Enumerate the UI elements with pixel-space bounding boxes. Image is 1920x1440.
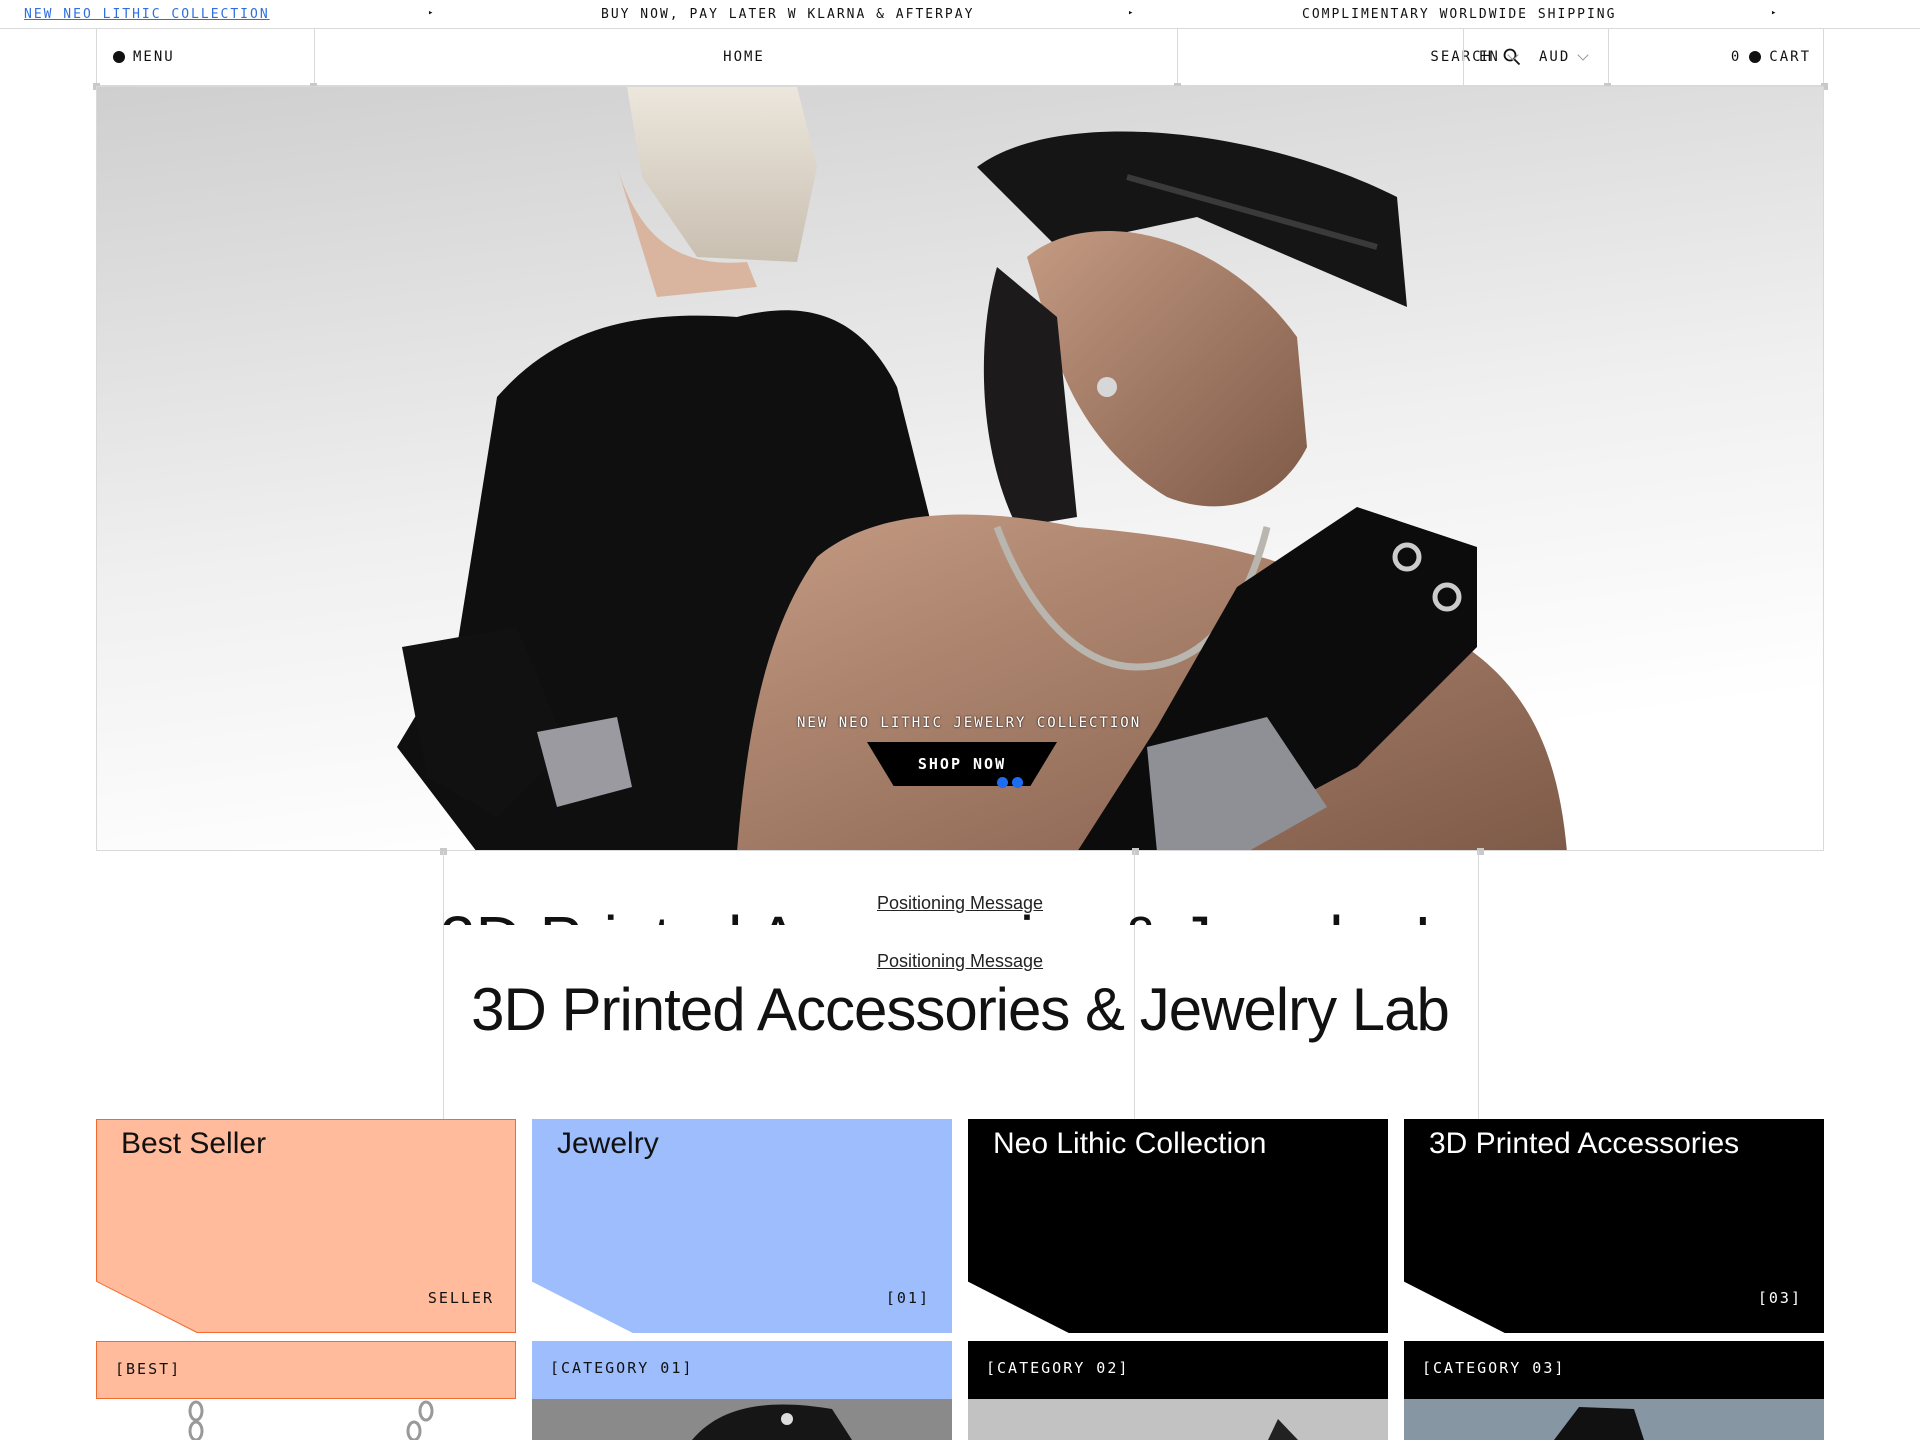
product-image xyxy=(1404,1399,1824,1440)
card-code: [03] xyxy=(1757,1289,1802,1307)
positioning-title-ghost: 3D Printed Accessories & Jewelry Lab xyxy=(440,911,1480,925)
header-divider xyxy=(1608,29,1609,85)
carousel-dot[interactable] xyxy=(997,777,1008,788)
currency-value: AUD xyxy=(1539,49,1571,65)
dot-icon xyxy=(1749,51,1762,63)
dot-icon xyxy=(113,51,125,63)
language-select[interactable]: EN xyxy=(1479,29,1519,85)
product-thumbnail[interactable] xyxy=(1404,1399,1824,1440)
product-image xyxy=(532,1399,952,1440)
tab-label: [CATEGORY 03] xyxy=(1422,1359,1566,1377)
announcement-klarna: BUY NOW, PAY LATER W KLARNA & AFTERPAY xyxy=(601,7,975,22)
tab-label: [CATEGORY 01] xyxy=(550,1359,694,1377)
tab-label: [BEST] xyxy=(115,1360,182,1378)
home-label: HOME xyxy=(723,49,765,65)
positioning-link[interactable]: Positioning Message xyxy=(0,951,1920,972)
language-value: EN xyxy=(1479,49,1500,65)
cart-button[interactable]: 0 CART xyxy=(1731,29,1811,85)
hero-message: NEW NEO LITHIC JEWELRY COLLECTION xyxy=(797,715,1142,731)
product-thumbnail[interactable] xyxy=(96,1399,516,1440)
hero-image xyxy=(97,87,1823,850)
chevron-down-icon xyxy=(1577,48,1589,61)
cart-count: 0 xyxy=(1730,49,1742,65)
category-card-best-seller[interactable]: Best Seller SELLER xyxy=(96,1119,516,1333)
positioning-link-text: Positioning Message xyxy=(876,893,1044,913)
positioning-title: 3D Printed Accessories & Jewelry Lab xyxy=(471,976,1450,1043)
product-thumbnail[interactable] xyxy=(532,1399,952,1440)
category-tab-03[interactable]: [CATEGORY 03] xyxy=(1404,1341,1824,1399)
carousel-dot[interactable] xyxy=(1012,777,1023,788)
carousel-dots xyxy=(997,777,1023,788)
announcement-shipping: COMPLIMENTARY WORLDWIDE SHIPPING xyxy=(1302,7,1617,22)
home-link[interactable]: HOME xyxy=(314,29,1174,85)
chevron-down-icon xyxy=(1507,48,1519,61)
hero-banner[interactable]: NEW NEO LITHIC JEWELRY COLLECTION SHOP N… xyxy=(96,86,1824,851)
category-card-3d-printed[interactable]: 3D Printed Accessories [03] xyxy=(1404,1119,1824,1333)
card-title: Jewelry xyxy=(557,1127,659,1160)
arrow-right-icon[interactable]: ▸ xyxy=(1128,8,1133,18)
positioning-section: Positioning Message 3D Printed Accessori… xyxy=(0,851,1920,1119)
announcement-link[interactable]: NEW NEO LITHIC COLLECTION xyxy=(24,7,270,22)
cart-label: CART xyxy=(1769,49,1811,65)
card-title: Neo Lithic Collection xyxy=(993,1127,1267,1160)
product-image xyxy=(968,1399,1388,1440)
currency-select[interactable]: AUD xyxy=(1539,29,1589,85)
announcement-bar: NEW NEO LITHIC COLLECTION ▸ BUY NOW, PAY… xyxy=(0,0,1920,29)
category-card-neo-lithic[interactable]: Neo Lithic Collection xyxy=(968,1119,1388,1333)
category-tab-02[interactable]: [CATEGORY 02] xyxy=(968,1341,1388,1399)
category-tab-best[interactable]: [BEST] xyxy=(96,1341,516,1399)
product-thumbnail[interactable] xyxy=(968,1399,1388,1440)
card-code: SELLER xyxy=(427,1289,494,1307)
menu-label: MENU xyxy=(133,49,175,65)
header-divider xyxy=(1463,29,1464,85)
card-title: Best Seller xyxy=(121,1127,267,1160)
card-title: 3D Printed Accessories xyxy=(1429,1127,1740,1160)
arrow-right-icon[interactable]: ▸ xyxy=(428,8,433,18)
card-code: [01] xyxy=(885,1289,930,1307)
site-header: MENU HOME SEARCH EN AUD 0 CART xyxy=(96,29,1824,86)
menu-button[interactable]: MENU xyxy=(113,29,175,85)
shop-now-button[interactable]: SHOP NOW xyxy=(867,742,1057,786)
chain-image xyxy=(188,1400,434,1440)
positioning-link-text: Positioning Message xyxy=(876,951,1044,971)
arrow-right-icon[interactable]: ▸ xyxy=(1771,8,1776,18)
category-tab-01[interactable]: [CATEGORY 01] xyxy=(532,1341,952,1399)
tab-label: [CATEGORY 02] xyxy=(986,1359,1130,1377)
category-card-jewelry[interactable]: Jewelry [01] xyxy=(532,1119,952,1333)
